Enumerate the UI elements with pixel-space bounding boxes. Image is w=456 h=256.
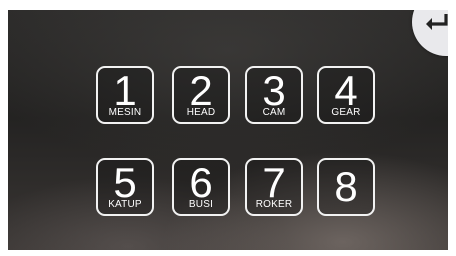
key-5-katup[interactable]: 5 KATUP xyxy=(96,158,154,216)
key-label: ROKER xyxy=(255,199,293,210)
key-2-head[interactable]: 2 HEAD xyxy=(172,66,230,124)
key-7-roker[interactable]: 7 ROKER xyxy=(245,158,303,216)
key-4-gear[interactable]: 4 GEAR xyxy=(317,66,375,124)
key-8[interactable]: 8 xyxy=(317,158,375,216)
key-label: BUSI xyxy=(188,199,214,210)
key-label: KATUP xyxy=(108,199,142,210)
keypad-screen: 1 MESIN 2 HEAD 3 CAM 4 GEAR 5 KATUP 6 BU… xyxy=(8,10,448,250)
key-label: HEAD xyxy=(186,107,216,118)
key-3-cam[interactable]: 3 CAM xyxy=(245,66,303,124)
back-arrow-icon xyxy=(426,14,448,30)
key-label: CAM xyxy=(262,107,286,118)
key-1-mesin[interactable]: 1 MESIN xyxy=(96,66,154,124)
key-6-busi[interactable]: 6 BUSI xyxy=(172,158,230,216)
back-button[interactable] xyxy=(412,10,448,56)
key-number: 8 xyxy=(334,163,358,210)
key-label: MESIN xyxy=(108,107,142,118)
key-label: GEAR xyxy=(331,107,361,118)
